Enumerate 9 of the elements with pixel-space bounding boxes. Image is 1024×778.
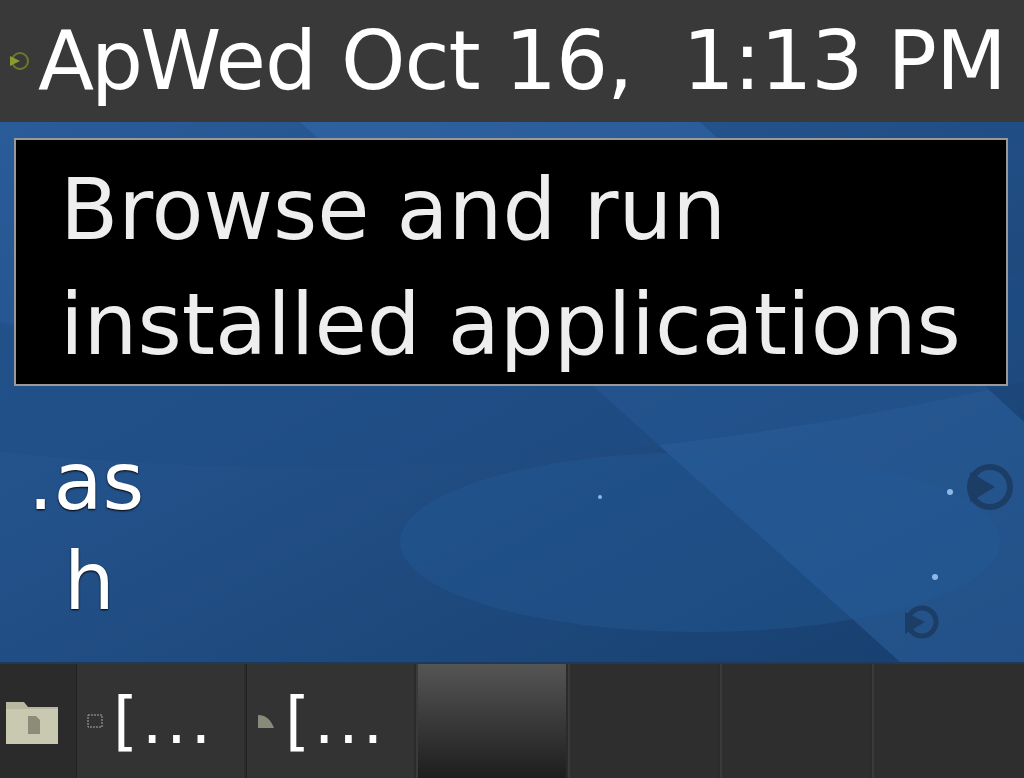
window-button[interactable]: [... — [246, 664, 414, 778]
image-icon — [257, 713, 275, 729]
tooltip: Browse and run installed applications — [14, 138, 1008, 386]
window-button[interactable]: [... — [76, 664, 244, 778]
menu-logo-icon[interactable] — [8, 51, 30, 71]
clock[interactable]: Wed Oct 16, 1:13 PM — [140, 20, 1006, 102]
workspace-button[interactable] — [416, 664, 566, 778]
desktop-icon-label[interactable]: .as — [28, 442, 145, 522]
desktop-icon-label[interactable]: h — [64, 542, 115, 622]
